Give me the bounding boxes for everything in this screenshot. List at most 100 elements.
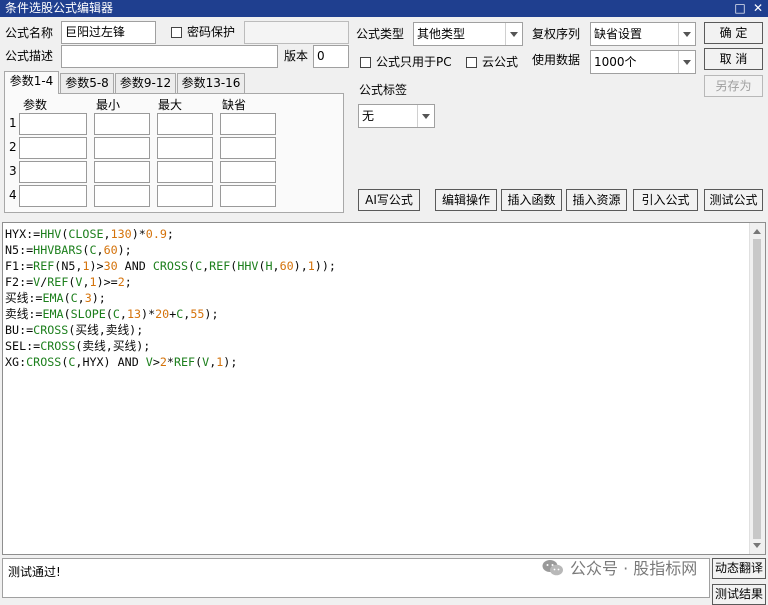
- code-line[interactable]: 卖线:=EMA(SLOPE(C,13)*20+C,55);: [5, 306, 336, 322]
- insert-function-button[interactable]: 插入函数: [501, 189, 562, 211]
- chevron-down-icon[interactable]: [678, 23, 695, 45]
- rights-select[interactable]: 缺省设置: [590, 22, 696, 46]
- formula-name-input[interactable]: 巨阳过左锋: [61, 21, 156, 44]
- code-token: SEL:=: [5, 339, 41, 353]
- param-min-cell[interactable]: [94, 185, 150, 207]
- code-token: HHVBARS: [33, 243, 83, 257]
- code-token: ;: [124, 275, 132, 289]
- chevron-down-icon[interactable]: [417, 105, 434, 127]
- rights-label: 复权序列: [532, 27, 581, 41]
- scroll-down-icon[interactable]: [753, 543, 761, 548]
- code-token: REF: [47, 275, 69, 289]
- tab-params-9-12[interactable]: 参数9-12: [115, 73, 176, 93]
- edit-ops-button[interactable]: 编辑操作: [435, 189, 497, 211]
- scroll-up-icon[interactable]: [753, 229, 761, 234]
- param-default-cell[interactable]: [220, 185, 276, 207]
- import-formula-button[interactable]: 引入公式: [633, 189, 698, 211]
- code-token: (: [188, 259, 196, 273]
- code-token: );: [223, 355, 238, 369]
- param-name-cell[interactable]: [19, 113, 87, 135]
- param-min-cell[interactable]: [94, 161, 150, 183]
- param-min-cell[interactable]: [94, 113, 150, 135]
- password-input[interactable]: [244, 21, 349, 44]
- code-token: ,: [103, 227, 111, 241]
- code-token: ,: [272, 259, 280, 273]
- code-token: 1: [307, 259, 315, 273]
- code-editor[interactable]: HYX:=HHV(CLOSE,130)*0.9; N5:=HHVBARS(C,60…: [2, 222, 766, 555]
- code-token: CROSS: [40, 339, 76, 353]
- code-token: )*: [141, 307, 156, 321]
- password-checkbox[interactable]: [171, 27, 182, 38]
- version-input[interactable]: 0: [313, 45, 349, 68]
- code-line[interactable]: 买线:=EMA(C,3);: [5, 290, 336, 306]
- test-result-button[interactable]: 测试结果: [712, 584, 766, 605]
- test-formula-button[interactable]: 测试公式: [704, 189, 763, 211]
- formula-desc-input[interactable]: [61, 45, 278, 68]
- param-min-cell[interactable]: [94, 137, 150, 159]
- formula-type-select[interactable]: 其他类型: [413, 22, 523, 46]
- ai-write-button[interactable]: AI写公式: [358, 189, 420, 211]
- tab-params-1-4[interactable]: 参数1-4: [4, 71, 59, 94]
- code-token: AND: [117, 259, 153, 273]
- version-label: 版本: [284, 49, 309, 63]
- dynamic-translate-button[interactable]: 动态翻译: [712, 558, 766, 579]
- param-default-cell[interactable]: [220, 161, 276, 183]
- chevron-down-icon[interactable]: [505, 23, 522, 45]
- cloud-label: 云公式: [482, 55, 519, 69]
- code-token: CROSS: [26, 355, 62, 369]
- vertical-scrollbar[interactable]: [749, 223, 765, 554]
- param-max-cell[interactable]: [157, 185, 213, 207]
- code-token: (N5,: [54, 259, 83, 273]
- param-name-cell[interactable]: [19, 137, 87, 159]
- code-token: (: [105, 307, 113, 321]
- param-max-cell[interactable]: [157, 113, 213, 135]
- code-token: CROSS: [33, 323, 69, 337]
- code-token: F2:=: [5, 275, 34, 289]
- formula-tag-label: 公式标签: [359, 83, 408, 97]
- code-token: 55: [190, 307, 205, 321]
- code-token: (买线,卖线);: [68, 323, 144, 337]
- data-count-select[interactable]: 1000个: [590, 50, 696, 74]
- code-token: CLOSE: [68, 227, 104, 241]
- cancel-button[interactable]: 取 消: [704, 48, 763, 70]
- formula-type-label: 公式类型: [356, 27, 405, 41]
- tab-params-13-16[interactable]: 参数13-16: [177, 73, 245, 93]
- param-default-cell[interactable]: [220, 137, 276, 159]
- pc-only-checkbox[interactable]: [360, 57, 371, 68]
- code-line[interactable]: N5:=HHVBARS(C,60);: [5, 242, 336, 258]
- rights-value: 缺省设置: [594, 27, 643, 41]
- code-line[interactable]: SEL:=CROSS(卖线,买线);: [5, 338, 336, 354]
- tab-params-5-8[interactable]: 参数5-8: [60, 73, 114, 93]
- code-token: 20: [155, 307, 170, 321]
- ok-button[interactable]: 确 定: [704, 22, 763, 44]
- close-icon[interactable]: ✕: [751, 1, 765, 15]
- data-count-value: 1000个: [594, 55, 637, 69]
- code-line[interactable]: HYX:=HHV(CLOSE,130)*0.9;: [5, 226, 336, 242]
- maximize-icon[interactable]: □: [733, 1, 747, 15]
- param-name-cell[interactable]: [19, 161, 87, 183]
- code-token: );: [204, 307, 219, 321]
- code-token: V: [145, 355, 153, 369]
- code-token: 3: [84, 291, 92, 305]
- param-default-cell[interactable]: [220, 113, 276, 135]
- code-line[interactable]: F1:=REF(N5,1)>30 AND CROSS(C,REF(HHV(H,6…: [5, 258, 336, 274]
- cloud-checkbox[interactable]: [466, 57, 477, 68]
- window-title: 条件选股公式编辑器: [5, 1, 114, 15]
- param-name-cell[interactable]: [19, 185, 87, 207]
- save-as-button[interactable]: 另存为: [704, 75, 763, 97]
- param-header-name: 参数: [23, 98, 48, 112]
- code-line[interactable]: F2:=V/REF(V,1)>=2;: [5, 274, 336, 290]
- chevron-down-icon[interactable]: [678, 51, 695, 73]
- code-line[interactable]: XG:CROSS(C,HYX) AND V>2*REF(V,1);: [5, 354, 336, 370]
- param-max-cell[interactable]: [157, 161, 213, 183]
- code-content[interactable]: HYX:=HHV(CLOSE,130)*0.9; N5:=HHVBARS(C,60…: [5, 226, 336, 370]
- code-token: XG:: [5, 355, 27, 369]
- param-max-cell[interactable]: [157, 137, 213, 159]
- code-token: 卖线:=: [5, 307, 43, 321]
- code-token: )>=: [96, 275, 118, 289]
- formula-tag-select[interactable]: 无: [358, 104, 435, 128]
- code-line[interactable]: BU:=CROSS(买线,卖线);: [5, 322, 336, 338]
- code-token: SLOPE: [70, 307, 106, 321]
- scroll-thumb[interactable]: [753, 239, 761, 539]
- insert-resource-button[interactable]: 插入资源: [566, 189, 627, 211]
